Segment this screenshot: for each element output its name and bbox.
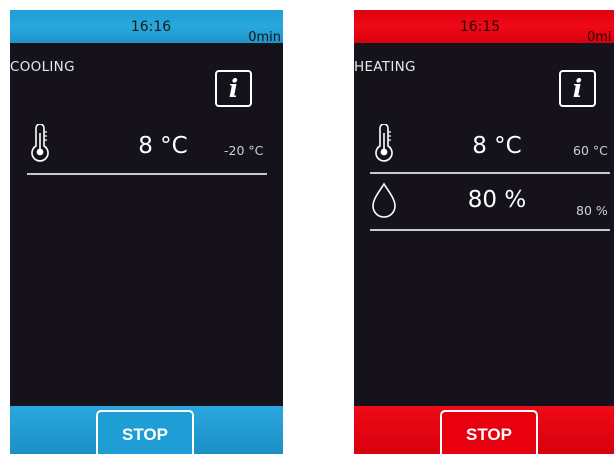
clock: 16:15: [459, 19, 501, 35]
mode-label: COOLING: [10, 59, 75, 75]
timer: 0mi: [587, 30, 612, 45]
info-icon: i: [228, 74, 239, 103]
temperature-value: 8 °C: [472, 133, 522, 159]
status-bar: 16:15 0mi: [354, 10, 614, 45]
clock: 16:16: [130, 19, 172, 35]
divider: [370, 172, 610, 174]
temperature-setpoint[interactable]: 60 °C: [573, 143, 608, 158]
timer: 0min: [248, 30, 281, 45]
mode-label: HEATING: [354, 59, 416, 75]
thermometer-icon: [373, 123, 395, 166]
stop-button[interactable]: STOP: [440, 410, 538, 454]
status-bar: 16:16 0min: [10, 10, 283, 45]
humidity-setpoint[interactable]: 80 %: [576, 203, 608, 218]
cooling-screen: 16:16 0min COOLING i 8 °C -20 °C STOP: [10, 10, 283, 454]
heating-screen: 16:15 0mi HEATING i 8 °C 60 °C 80 % 80 %…: [354, 10, 614, 454]
temperature-setpoint[interactable]: -20 °C: [224, 143, 263, 158]
info-button[interactable]: i: [559, 70, 596, 107]
stop-button[interactable]: STOP: [96, 410, 194, 454]
info-icon: i: [572, 74, 583, 103]
divider: [27, 173, 267, 175]
temperature-value: 8 °C: [138, 133, 188, 159]
divider: [370, 229, 610, 231]
thermometer-icon: [29, 123, 51, 166]
humidity-value: 80 %: [467, 187, 527, 213]
info-button[interactable]: i: [215, 70, 252, 107]
water-drop-icon: [370, 181, 398, 223]
